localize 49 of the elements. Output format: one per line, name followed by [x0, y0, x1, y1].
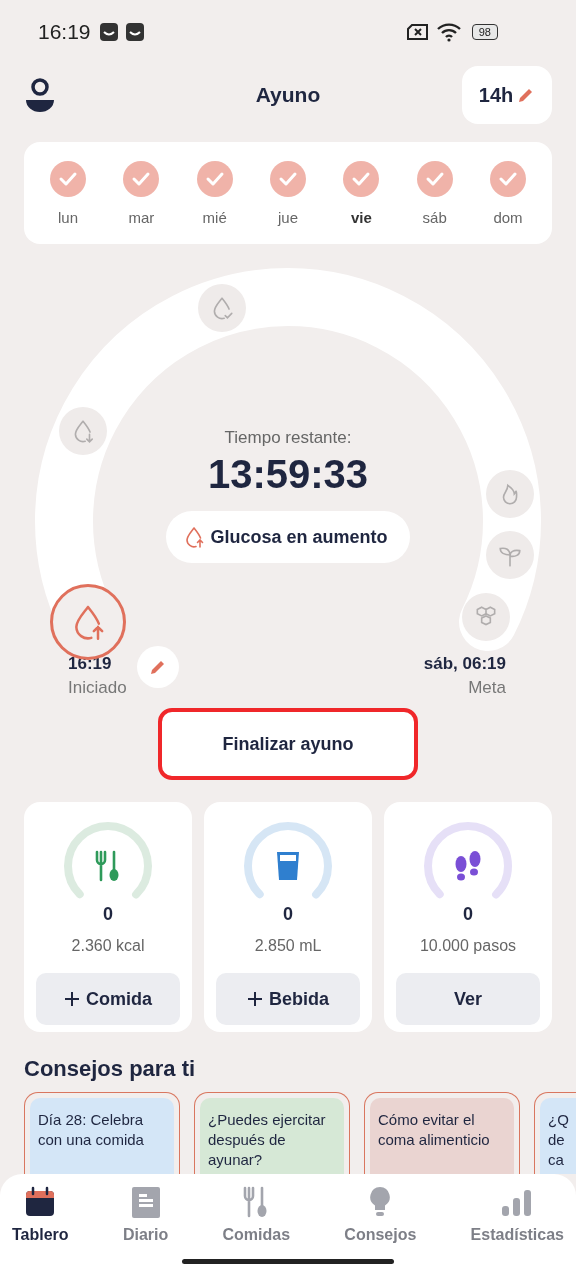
- day-label: mié: [202, 208, 227, 226]
- nav-tab[interactable]: Diario: [118, 1186, 173, 1244]
- day-label: lun: [58, 208, 78, 226]
- day-label: jue: [277, 208, 298, 226]
- tracker-button[interactable]: Comida: [36, 973, 180, 1025]
- status-time: 16:19: [38, 20, 91, 44]
- nav-tab[interactable]: Estadísticas: [466, 1186, 568, 1244]
- tracker-target: 2.360 kcal: [71, 937, 145, 955]
- app-notification-icon: [124, 22, 145, 42]
- tracker-button[interactable]: Ver: [396, 973, 540, 1025]
- end-fast-button[interactable]: Finalizar ayuno: [158, 708, 418, 780]
- start-label: Iniciado: [68, 678, 127, 698]
- profile-icon[interactable]: [24, 78, 56, 112]
- page-title: Ayuno: [255, 83, 321, 107]
- day-label: sáb: [422, 208, 447, 226]
- stage-pill[interactable]: Glucosa en aumento: [166, 511, 410, 563]
- remaining-label: Tiempo restante:: [224, 428, 352, 448]
- glass-icon: [275, 850, 301, 882]
- document-icon: [130, 1186, 161, 1218]
- goal-time: sáb, 06:19: [423, 654, 506, 674]
- plus-icon: [247, 991, 263, 1007]
- plus-icon: [64, 991, 80, 1007]
- tracker-value: 0: [103, 904, 113, 925]
- tip-card[interactable]: ¿Q de ca: [534, 1092, 576, 1174]
- pencil-icon: [148, 658, 167, 676]
- app-notification-icon: [98, 22, 119, 42]
- battery-indicator: 98: [471, 24, 498, 40]
- tracker-target: 2.850 mL: [254, 937, 322, 955]
- nav-tab[interactable]: Tablero: [8, 1186, 73, 1244]
- day-label: vie: [350, 208, 372, 226]
- remaining-time: 13:59:33: [207, 452, 369, 497]
- tracker-target: 10.000 pasos: [419, 937, 517, 955]
- stage-label: Glucosa en aumento: [210, 526, 388, 548]
- bulb-icon: [369, 1186, 392, 1218]
- tracker-value: 0: [463, 904, 473, 925]
- section-heading: Consejos para ti: [23, 1055, 197, 1082]
- wifi-icon: [435, 22, 462, 42]
- edit-start-button[interactable]: [136, 646, 179, 688]
- goal-label: Meta: [468, 678, 506, 698]
- nav-tab[interactable]: Comidas: [218, 1186, 295, 1244]
- calendar-icon: [24, 1186, 57, 1218]
- no-sim-icon: [405, 23, 430, 41]
- day-label: mar: [128, 208, 155, 226]
- tracker-value: 0: [283, 904, 293, 925]
- tracker-button[interactable]: Bebida: [216, 973, 360, 1025]
- tip-text: ¿Q de ca: [540, 1098, 576, 1174]
- nav-tab[interactable]: Consejos: [340, 1186, 421, 1244]
- fasting-goal-button[interactable]: 14h: [462, 66, 552, 124]
- day-label: dom: [493, 208, 523, 226]
